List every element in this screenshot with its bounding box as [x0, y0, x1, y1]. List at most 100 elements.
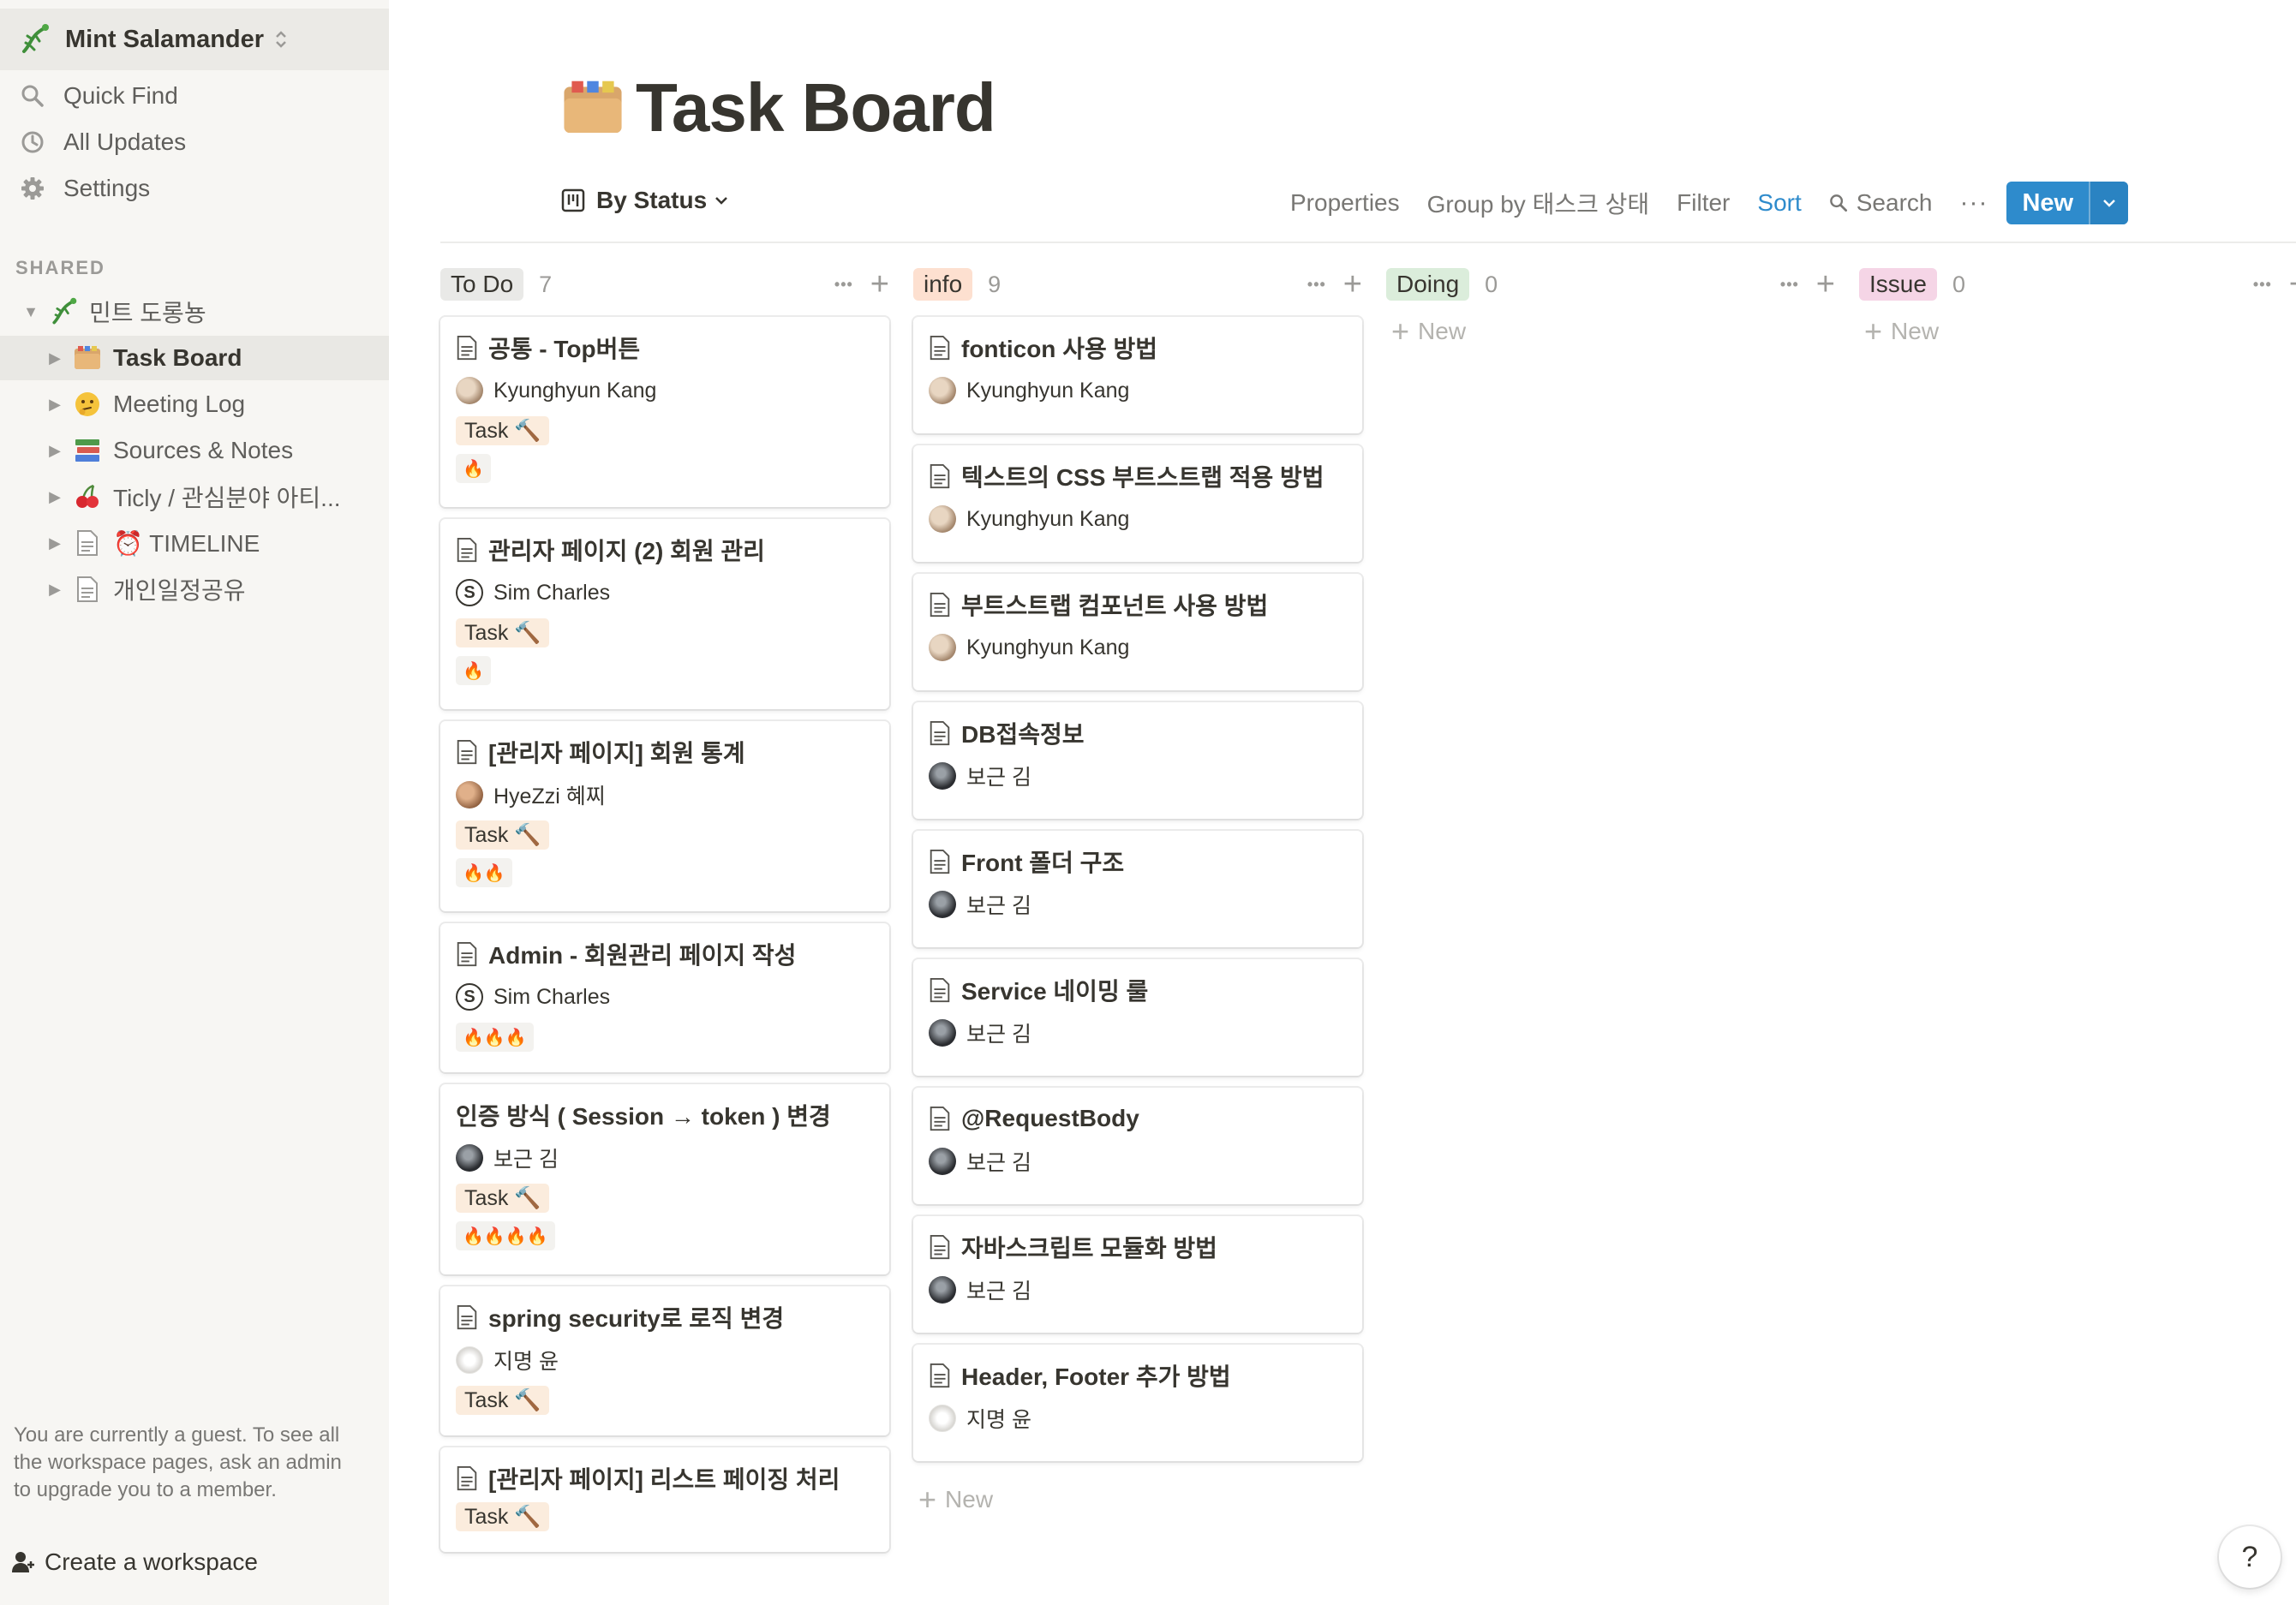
board-card[interactable]: DB접속정보 보근 김	[913, 702, 1362, 819]
add-card-label: New	[1418, 318, 1467, 344]
sidebar-item-workspace-root[interactable]: ▼ 민트 도롱뇽	[0, 289, 389, 334]
all-updates-label: All Updates	[63, 128, 187, 155]
plus-icon: +	[1391, 313, 1410, 349]
card-title: Header, Footer 추가 방법	[929, 1358, 1347, 1393]
board-card[interactable]: 인증 방식 ( Session → token ) 변경 보근 김 Task 🔨 🔥🔥…	[440, 1084, 889, 1274]
help-button[interactable]: ?	[2219, 1526, 2281, 1588]
avatar	[929, 891, 956, 918]
page-header: Task Board	[560, 69, 996, 147]
column-actions: ••• +	[1307, 268, 1362, 301]
column-add-icon[interactable]: +	[870, 268, 889, 301]
toggle-closed-icon[interactable]: ▶	[46, 442, 63, 460]
card-tag-row: Task 🔨	[456, 612, 874, 649]
page-icon	[930, 1363, 950, 1388]
board-card[interactable]: 관리자 페이지 (2) 회원 관리 S Sim Charles Task 🔨 🔥	[440, 519, 889, 709]
board-card[interactable]: fonticon 사용 방법 Kyunghyun Kang	[913, 317, 1362, 433]
column-more-icon[interactable]: •••	[1307, 276, 1326, 294]
card-person: 보근 김	[456, 1139, 874, 1177]
new-dropdown-button[interactable]	[2089, 182, 2129, 224]
toggle-closed-icon[interactable]: ▶	[46, 534, 63, 552]
column-header: Doing 0 ••• +	[1386, 266, 1835, 303]
column-status-tag[interactable]: To Do	[440, 268, 524, 301]
add-card-button[interactable]: + New	[913, 1478, 993, 1521]
avatar	[929, 1148, 956, 1175]
board-card[interactable]: Header, Footer 추가 방법 지명 윤	[913, 1345, 1362, 1461]
person-name: Kyunghyun Kang	[966, 635, 1130, 659]
board-card[interactable]: 부트스트랩 컴포넌트 사용 방법 Kyunghyun Kang	[913, 574, 1362, 690]
card-index-dividers-icon[interactable]	[560, 75, 625, 140]
column-add-icon[interactable]: +	[1343, 268, 1362, 301]
card-priority-row: 🔥🔥🔥🔥	[456, 1214, 874, 1252]
chevron-down-icon	[2103, 200, 2115, 207]
person-name: 보근 김	[966, 1280, 1031, 1304]
board-card[interactable]: spring security로 로직 변경 지명 윤 Task 🔨	[440, 1286, 889, 1435]
workspace-switcher[interactable]: Mint Salamander	[0, 9, 389, 70]
card-person: 보근 김	[929, 886, 1347, 923]
sidebar-item-ticly[interactable]: ▶ Ticly / 관심분야 아티...	[0, 474, 389, 519]
search-icon	[19, 82, 46, 110]
card-title-text: spring security로 로직 변경	[488, 1305, 785, 1332]
toggle-open-icon[interactable]: ▼	[22, 303, 39, 321]
create-workspace-button[interactable]: Create a workspace	[10, 1548, 258, 1576]
person-name: Sim Charles	[493, 984, 611, 1009]
toggle-closed-icon[interactable]: ▶	[46, 488, 63, 506]
properties-button[interactable]: Properties	[1290, 189, 1400, 217]
board-card[interactable]: Admin - 회원관리 페이지 작성 S Sim Charles 🔥🔥🔥	[440, 923, 889, 1072]
sidebar-item-sources-notes[interactable]: ▶ Sources & Notes	[0, 428, 389, 473]
board-card[interactable]: 자바스크립트 모듈화 방법보근 김	[913, 1216, 1362, 1333]
add-card-button[interactable]: + New	[1859, 310, 1939, 353]
sort-button[interactable]: Sort	[1757, 189, 1801, 217]
sidebar-item-meeting-log[interactable]: ▶ Meeting Log	[0, 382, 389, 427]
add-card-button[interactable]: + New	[1386, 310, 1466, 353]
new-button-group: New	[2006, 182, 2129, 224]
view-switcher[interactable]: By Status	[560, 187, 729, 214]
board-card[interactable]: Service 네이밍 룰 보근 김	[913, 959, 1362, 1076]
page-icon	[930, 335, 950, 361]
sidebar-item-timeline[interactable]: ▶ ⏰ TIMELINE	[0, 521, 389, 565]
column-more-icon[interactable]: •••	[1780, 276, 1799, 294]
add-card-label: New	[1891, 318, 1940, 344]
person-name: 보근 김	[966, 766, 1031, 790]
card-index-dividers-icon	[70, 341, 105, 375]
column-more-icon[interactable]: •••	[834, 276, 853, 294]
avatar	[929, 1019, 956, 1047]
priority-tag: 🔥🔥	[456, 858, 512, 887]
sidebar-item-task-board[interactable]: ▶ Task Board	[0, 336, 389, 380]
board-card[interactable]: 공통 - Top버튼 Kyunghyun Kang Task 🔨 🔥	[440, 317, 889, 507]
new-button[interactable]: New	[2006, 182, 2089, 224]
board-card[interactable]: Front 폴더 구조 보근 김	[913, 831, 1362, 947]
card-title-text: [관리자 페이지] 리스트 페이징 처리	[488, 1466, 840, 1493]
sidebar-item-personal-schedule[interactable]: ▶ 개인일정공유	[0, 567, 389, 612]
workspace-name: Mint Salamander	[65, 25, 265, 53]
filter-button[interactable]: Filter	[1677, 189, 1730, 217]
column-more-icon[interactable]: •••	[2253, 276, 2272, 294]
column-status-tag[interactable]: Doing	[1386, 268, 1470, 301]
sidebar-item-label: 민트 도롱뇽	[89, 300, 206, 326]
column-add-icon[interactable]: +	[1816, 268, 1835, 301]
board-card[interactable]: [관리자 페이지] 회원 통계 HyeZzi 혜찌 Task 🔨 🔥🔥	[440, 721, 889, 911]
toggle-closed-icon[interactable]: ▶	[46, 396, 63, 414]
board-card[interactable]: @RequestBody 보근 김	[913, 1088, 1362, 1204]
more-options-button[interactable]: ···	[1959, 188, 1988, 218]
settings[interactable]: Settings	[0, 166, 389, 211]
quick-find[interactable]: Quick Find	[0, 74, 389, 118]
sidebar-item-label: 개인일정공유	[113, 577, 246, 604]
column-add-icon[interactable]: +	[2289, 268, 2296, 301]
card-title-text: 자바스크립트 모듈화 방법	[961, 1235, 1217, 1262]
card-person: S Sim Charles	[456, 574, 874, 612]
toggle-closed-icon[interactable]: ▶	[46, 349, 63, 367]
task-tag: Task 🔨	[456, 618, 550, 647]
search-button[interactable]: Search	[1829, 189, 1932, 217]
group-by-button[interactable]: Group by 태스크 상태	[1427, 186, 1650, 220]
column-status-tag[interactable]: Issue	[1859, 268, 1937, 301]
avatar	[929, 634, 956, 661]
avatar	[456, 1346, 483, 1374]
all-updates[interactable]: All Updates	[0, 120, 389, 164]
board-card[interactable]: 텍스트의 CSS 부트스트랩 적용 방법 Kyunghyun Kang	[913, 445, 1362, 562]
column-count: 0	[1485, 271, 1498, 297]
board-card[interactable]: [관리자 페이지] 리스트 페이징 처리 Task 🔨	[440, 1447, 889, 1552]
toggle-closed-icon[interactable]: ▶	[46, 581, 63, 599]
card-person: S Sim Charles	[456, 978, 874, 1016]
column-status-tag[interactable]: info	[913, 268, 973, 301]
page-title[interactable]: Task Board	[636, 69, 996, 147]
